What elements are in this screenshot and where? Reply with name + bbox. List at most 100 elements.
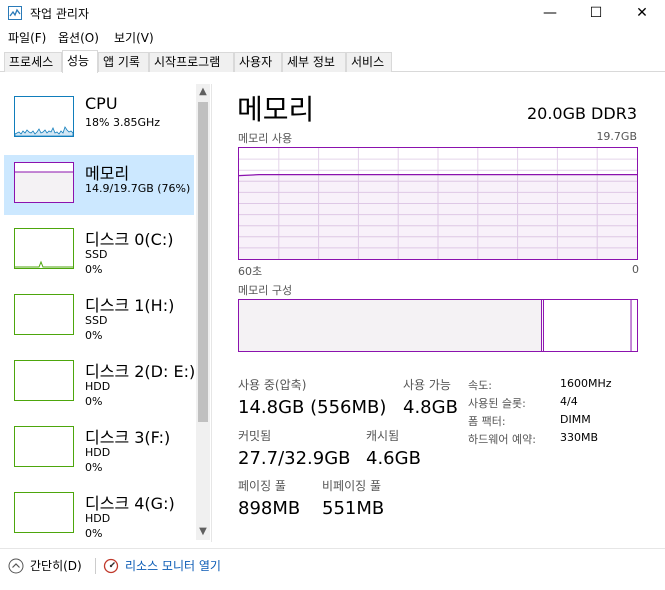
scroll-up-icon[interactable]: ▲ — [196, 84, 210, 100]
sidebar-item-disk[interactable]: 디스크 1(H:) SSD 0% — [4, 287, 194, 347]
time-axis-right: 0 — [632, 263, 639, 276]
sidebar-item-detail: HDD — [85, 512, 111, 525]
cached-label: 캐시됨 — [366, 429, 400, 443]
footer-divider — [95, 558, 96, 574]
close-icon: ✕ — [636, 5, 648, 21]
tab-label: 세부 정보 — [287, 55, 335, 69]
chevron-up-circle-icon — [8, 558, 24, 573]
tab-services[interactable]: 서비스 — [346, 52, 392, 72]
sidebar-item-detail: SSD — [85, 248, 108, 261]
resource-thumbnail-graph — [14, 492, 74, 533]
resource-monitor-icon — [103, 558, 119, 573]
committed-value: 27.7/32.9GB — [238, 448, 351, 469]
sidebar-item-usage: 0% — [85, 395, 103, 408]
resource-thumbnail-graph — [14, 162, 74, 203]
tab-label: 시작프로그램 — [154, 55, 221, 69]
memory-composition-bar — [238, 299, 638, 352]
close-button[interactable]: ✕ — [619, 0, 665, 26]
hardware-reserved-value: 330MB — [560, 431, 599, 444]
memory-spec: 20.0GB DDR3 — [526, 104, 637, 123]
sidebar-item-detail: HDD — [85, 380, 111, 393]
resource-thumbnail-graph — [14, 96, 74, 137]
cached-value: 4.6GB — [366, 448, 421, 469]
sidebar-item-disk[interactable]: 디스크 3(F:) HDD 0% — [4, 419, 194, 479]
sidebar-item-detail: SSD — [85, 314, 108, 327]
resource-thumbnail-graph — [14, 426, 74, 467]
resource-thumbnail-graph — [14, 228, 74, 269]
fewer-details-label: 간단히(D) — [30, 559, 82, 573]
footer-bar: 간단히(D) 리소스 모니터 열기 — [0, 548, 665, 582]
tab-label: 서비스 — [351, 55, 385, 69]
available-value: 4.8GB — [403, 397, 458, 418]
sidebar-item-usage: 0% — [85, 263, 103, 276]
sidebar-item-cpu[interactable]: CPU 18% 3.85GHz — [4, 89, 194, 149]
sidebar-scrollbar[interactable]: ▲ ▼ — [196, 84, 210, 540]
in-use-segment[interactable] — [239, 300, 542, 351]
title-bar: 작업 관리자 — ☐ ✕ — [0, 0, 665, 26]
menu-options[interactable]: 옵션(O) — [58, 29, 99, 46]
sidebar-item-mem[interactable]: 메모리 14.9/19.7GB (76%) — [4, 155, 194, 215]
scroll-down-icon[interactable]: ▼ — [196, 524, 210, 540]
sidebar-item-detail: 14.9/19.7GB (76%) — [85, 182, 191, 195]
slots-value: 4/4 — [560, 395, 578, 408]
sidebar-item-usage: 0% — [85, 461, 103, 474]
usage-graph-label: 메모리 사용 — [238, 132, 293, 145]
sidebar-item-detail: HDD — [85, 446, 111, 459]
nonpaged-pool-value: 551MB — [322, 498, 385, 519]
nonpaged-pool-label: 비페이징 풀 — [322, 479, 382, 493]
tab-details[interactable]: 세부 정보 — [282, 52, 346, 72]
resource-title: 메모리 — [237, 93, 315, 126]
in-use-label: 사용 중(압축) — [238, 378, 307, 392]
form-factor-value: DIMM — [560, 413, 591, 426]
tab-performance[interactable]: 성능 — [62, 50, 98, 73]
usage-graph-max: 19.7GB — [596, 130, 637, 143]
hardware-reserved-label: 하드웨어 예약: — [468, 433, 536, 446]
committed-label: 커밋됨 — [238, 429, 272, 443]
scroll-thumb[interactable] — [198, 102, 208, 422]
sidebar-item-disk-spike[interactable]: 디스크 0(C:) SSD 0% — [4, 221, 194, 281]
sidebar-item-usage: 0% — [85, 527, 103, 540]
sidebar-item-usage: 0% — [85, 329, 103, 342]
slots-label: 사용된 슬롯: — [468, 397, 526, 410]
usage-area — [239, 174, 637, 259]
speed-value: 1600MHz — [560, 377, 612, 390]
resource-thumbnail-graph — [14, 360, 74, 401]
composition-svg — [239, 300, 632, 351]
sidebar-item-name: CPU — [85, 94, 118, 113]
composition-label: 메모리 구성 — [238, 284, 293, 297]
fewer-details-button[interactable]: 간단히(D) — [8, 557, 82, 574]
usage-graph-svg — [238, 148, 637, 259]
memory-usage-graph — [238, 147, 638, 260]
sidebar-item-disk[interactable]: 디스크 2(D: E:) HDD 0% — [4, 353, 195, 413]
minimize-icon: — — [543, 5, 557, 21]
open-resource-monitor-link[interactable]: 리소스 모니터 열기 — [103, 557, 221, 574]
time-axis-left: 60초 — [238, 265, 263, 278]
in-use-value: 14.8GB (556MB) — [238, 397, 387, 418]
form-factor-label: 폼 팩터: — [468, 415, 506, 428]
resource-monitor-label: 리소스 모니터 열기 — [125, 559, 221, 573]
tab-label: 사용자 — [239, 55, 273, 69]
maximize-icon: ☐ — [589, 5, 603, 21]
sidebar-item-disk[interactable]: 디스크 4(G:) HDD 0% — [4, 485, 194, 542]
available-label: 사용 가능 — [403, 378, 451, 392]
tab-startup[interactable]: 시작프로그램 — [149, 52, 234, 72]
paged-pool-value: 898MB — [238, 498, 301, 519]
tab-app-history[interactable]: 앱 기록 — [98, 52, 149, 72]
menu-view[interactable]: 보기(V) — [114, 29, 154, 46]
tab-users[interactable]: 사용자 — [234, 52, 282, 72]
task-manager-icon — [8, 6, 22, 20]
minimize-button[interactable]: — — [527, 0, 573, 26]
tab-label: 프로세스 — [9, 55, 54, 69]
tab-label: 성능 — [67, 54, 90, 68]
tab-bar: 프로세스 성능 앱 기록 시작프로그램 사용자 세부 정보 서비스 — [0, 50, 665, 73]
sidebar-item-detail: 18% 3.85GHz — [85, 116, 161, 129]
menu-file[interactable]: 파일(F) — [8, 29, 46, 46]
resource-thumbnail-graph — [14, 294, 74, 335]
speed-label: 속도: — [468, 379, 492, 392]
maximize-button[interactable]: ☐ — [573, 0, 619, 26]
tab-label: 앱 기록 — [103, 55, 140, 69]
tab-processes[interactable]: 프로세스 — [4, 52, 62, 72]
paged-pool-label: 페이징 풀 — [238, 479, 286, 493]
window-title: 작업 관리자 — [30, 7, 90, 21]
menu-bar: 파일(F) 옵션(O) 보기(V) — [0, 27, 665, 47]
